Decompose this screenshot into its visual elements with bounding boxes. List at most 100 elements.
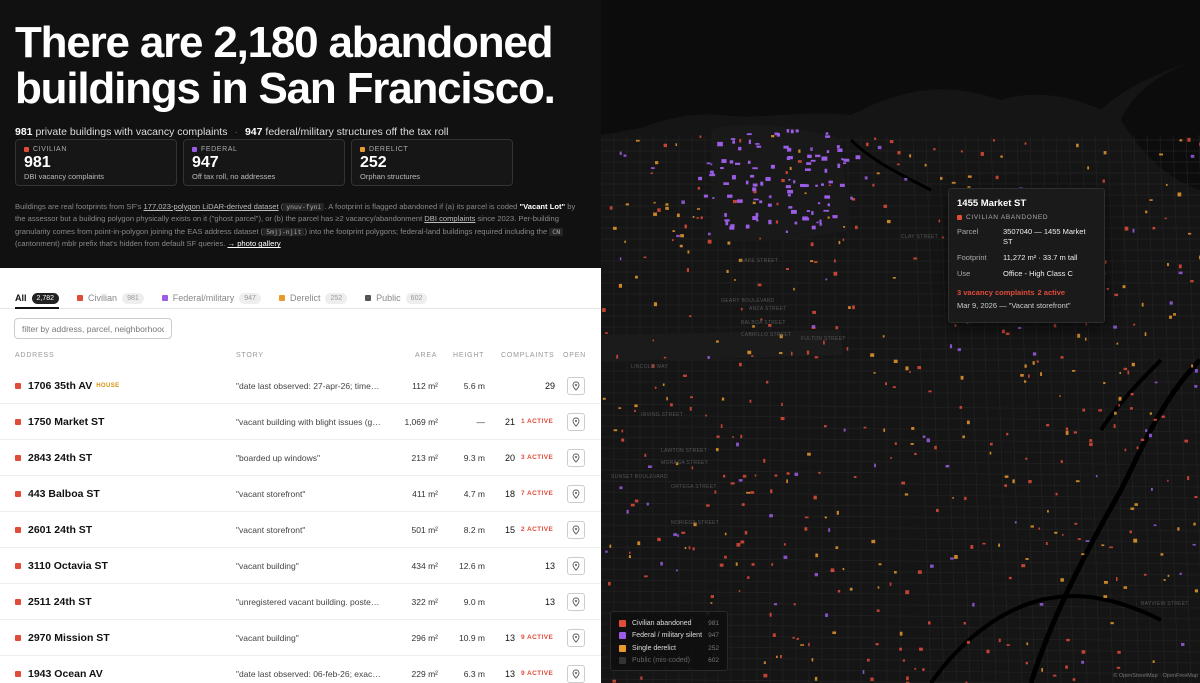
building-marker[interactable] bbox=[1036, 360, 1039, 363]
federal-building-marker[interactable] bbox=[795, 129, 799, 133]
federal-building-marker[interactable] bbox=[770, 164, 775, 169]
open-location-button[interactable] bbox=[567, 521, 585, 539]
building-marker[interactable] bbox=[1062, 533, 1064, 536]
building-marker[interactable] bbox=[1103, 595, 1108, 598]
federal-building-marker[interactable] bbox=[823, 209, 830, 212]
building-marker[interactable] bbox=[738, 362, 742, 367]
building-marker[interactable] bbox=[804, 516, 809, 519]
building-marker[interactable] bbox=[926, 438, 930, 443]
building-marker[interactable] bbox=[1130, 507, 1135, 510]
federal-building-marker[interactable] bbox=[787, 193, 791, 197]
building-marker[interactable] bbox=[681, 200, 685, 204]
building-marker[interactable] bbox=[763, 661, 766, 665]
building-marker[interactable] bbox=[1008, 576, 1012, 580]
building-marker[interactable] bbox=[933, 148, 936, 151]
building-marker[interactable] bbox=[1001, 329, 1005, 334]
building-marker[interactable] bbox=[1160, 553, 1164, 556]
federal-building-marker[interactable] bbox=[816, 221, 819, 224]
building-marker[interactable] bbox=[1113, 325, 1117, 329]
building-marker[interactable] bbox=[776, 202, 779, 206]
building-marker[interactable] bbox=[1118, 396, 1122, 401]
building-marker[interactable] bbox=[1133, 323, 1136, 326]
building-marker[interactable] bbox=[1141, 302, 1144, 307]
building-marker[interactable] bbox=[922, 668, 925, 671]
building-marker[interactable] bbox=[706, 504, 710, 507]
building-marker[interactable] bbox=[1114, 411, 1117, 415]
building-marker[interactable] bbox=[793, 603, 796, 606]
building-marker[interactable] bbox=[719, 563, 724, 567]
building-marker[interactable] bbox=[1077, 333, 1081, 338]
building-marker[interactable] bbox=[710, 602, 713, 604]
building-marker[interactable] bbox=[1095, 474, 1098, 478]
federal-building-marker[interactable] bbox=[748, 139, 752, 145]
building-marker[interactable] bbox=[624, 240, 626, 243]
building-marker[interactable] bbox=[837, 589, 841, 593]
building-marker[interactable] bbox=[1161, 415, 1165, 418]
building-marker[interactable] bbox=[700, 216, 703, 220]
building-marker[interactable] bbox=[928, 390, 932, 393]
building-marker[interactable] bbox=[992, 139, 995, 142]
federal-building-marker[interactable] bbox=[786, 129, 790, 133]
open-location-button[interactable] bbox=[567, 449, 585, 467]
building-marker[interactable] bbox=[1065, 427, 1069, 431]
building-marker[interactable] bbox=[1073, 431, 1077, 434]
building-marker[interactable] bbox=[870, 353, 875, 357]
building-marker[interactable] bbox=[1077, 538, 1081, 540]
building-marker[interactable] bbox=[785, 171, 789, 174]
federal-building-marker[interactable] bbox=[752, 167, 758, 170]
building-marker[interactable] bbox=[1030, 525, 1034, 528]
federal-building-marker[interactable] bbox=[738, 146, 742, 151]
federal-building-marker[interactable] bbox=[720, 167, 724, 170]
building-marker[interactable] bbox=[744, 530, 748, 535]
building-marker[interactable] bbox=[1130, 392, 1134, 396]
building-marker[interactable] bbox=[964, 496, 967, 501]
federal-building-marker[interactable] bbox=[787, 155, 793, 160]
building-marker[interactable] bbox=[612, 679, 616, 683]
federal-building-marker[interactable] bbox=[843, 158, 850, 162]
building-marker[interactable] bbox=[766, 380, 769, 384]
building-marker[interactable] bbox=[909, 154, 912, 158]
building-marker[interactable] bbox=[1052, 674, 1057, 677]
building-marker[interactable] bbox=[1134, 503, 1138, 506]
building-marker[interactable] bbox=[692, 547, 695, 551]
building-marker[interactable] bbox=[814, 356, 819, 359]
building-marker[interactable] bbox=[848, 306, 851, 309]
building-marker[interactable] bbox=[1169, 301, 1173, 305]
building-marker[interactable] bbox=[899, 631, 903, 636]
building-marker[interactable] bbox=[950, 557, 954, 560]
building-marker[interactable] bbox=[890, 457, 892, 459]
building-marker[interactable] bbox=[813, 495, 817, 500]
building-marker[interactable] bbox=[838, 240, 841, 245]
open-location-button[interactable] bbox=[567, 413, 585, 431]
table-row[interactable]: 1943 Ocean AV "date last observed: 06-feb… bbox=[0, 656, 601, 683]
building-marker[interactable] bbox=[998, 638, 1001, 643]
building-marker[interactable] bbox=[823, 425, 827, 428]
filter-input[interactable] bbox=[14, 318, 172, 339]
building-marker[interactable] bbox=[769, 612, 772, 617]
building-marker[interactable] bbox=[634, 409, 636, 413]
building-marker[interactable] bbox=[1167, 263, 1169, 267]
building-marker[interactable] bbox=[934, 445, 937, 450]
building-marker[interactable] bbox=[672, 239, 674, 242]
building-marker[interactable] bbox=[1065, 665, 1068, 669]
building-marker[interactable] bbox=[1082, 408, 1086, 412]
federal-building-marker[interactable] bbox=[703, 194, 708, 198]
federal-building-marker[interactable] bbox=[825, 135, 831, 138]
building-marker[interactable] bbox=[1026, 642, 1029, 646]
federal-building-marker[interactable] bbox=[825, 132, 829, 135]
building-marker[interactable] bbox=[696, 208, 701, 210]
building-marker[interactable] bbox=[909, 370, 911, 373]
federal-building-marker[interactable] bbox=[815, 184, 818, 187]
building-marker[interactable] bbox=[621, 429, 624, 433]
building-marker[interactable] bbox=[740, 540, 745, 544]
federal-building-marker[interactable] bbox=[729, 160, 734, 164]
building-marker[interactable] bbox=[739, 138, 742, 143]
building-marker[interactable] bbox=[806, 350, 810, 355]
building-marker[interactable] bbox=[995, 175, 999, 180]
col-address[interactable]: ADDRESS bbox=[15, 352, 54, 359]
federal-building-marker[interactable] bbox=[793, 180, 796, 184]
building-marker[interactable] bbox=[854, 225, 858, 230]
building-marker[interactable] bbox=[1152, 226, 1156, 230]
building-marker[interactable] bbox=[783, 543, 786, 546]
building-marker[interactable] bbox=[1167, 479, 1169, 482]
